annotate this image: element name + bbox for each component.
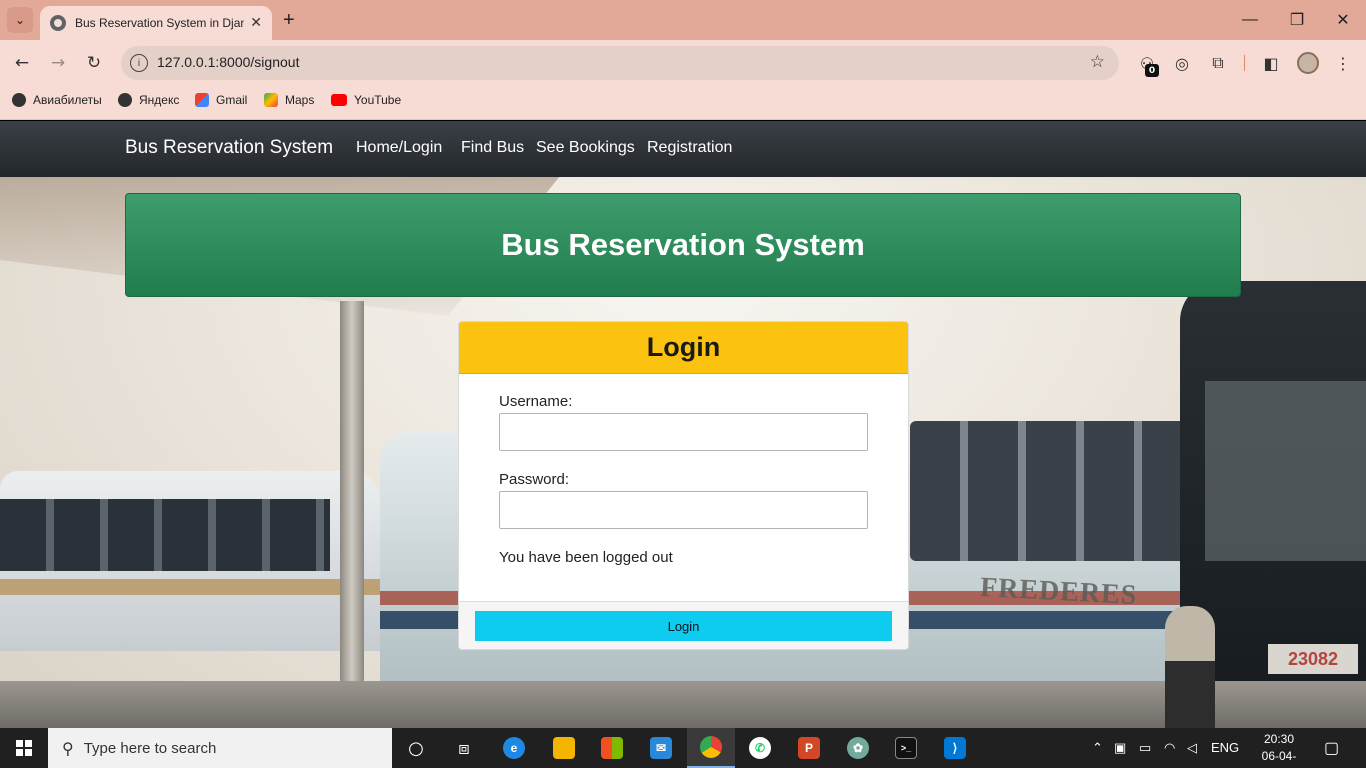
tab-title: Bus Reservation System in Djang (75, 16, 245, 30)
minimize-button[interactable]: — (1238, 8, 1262, 32)
profile-avatar[interactable] (1297, 52, 1319, 74)
meet-now-icon[interactable]: ▣ (1114, 740, 1126, 756)
chrome-icon[interactable] (687, 728, 735, 768)
login-title: Login (646, 332, 721, 362)
bookmark-item[interactable]: YouTube (331, 93, 401, 107)
windows-logo-icon (16, 740, 32, 756)
page-title: Bus Reservation System (501, 227, 865, 262)
start-button[interactable] (0, 728, 48, 768)
task-view-icon[interactable]: ⧈ (440, 728, 488, 768)
windows-taskbar: ⚲ Type here to search ○ ⧈ e ✉ ✆ P ✿ >_ ⟩… (0, 728, 1366, 768)
restore-button[interactable]: ❐ (1285, 8, 1309, 32)
address-bar[interactable]: i 127.0.0.1:8000/signout ☆ (121, 46, 1119, 80)
password-input[interactable] (499, 491, 868, 529)
close-tab-icon[interactable]: ✕ (250, 15, 262, 31)
powerpoint-icon[interactable]: P (785, 728, 833, 768)
taskbar-search-placeholder: Type here to search (83, 739, 217, 757)
background-bus-number: 23082 (1268, 644, 1358, 674)
background-person (1165, 606, 1215, 728)
nav-link-home-login[interactable]: Home/Login (356, 139, 442, 157)
bookmark-item[interactable]: Авиабилеты (12, 93, 102, 107)
login-card-footer: Login (459, 601, 908, 649)
nav-link-registration[interactable]: Registration (647, 139, 732, 157)
store-icon[interactable] (588, 728, 636, 768)
edge-icon[interactable]: e (490, 728, 538, 768)
background-bus-windshield (1205, 381, 1366, 561)
new-tab-button[interactable]: + (283, 9, 295, 32)
navbar-brand[interactable]: Bus Reservation System (125, 137, 333, 159)
site-navbar: Bus Reservation System Home/Login Find B… (0, 121, 1366, 177)
login-card-header: Login (459, 322, 908, 374)
site-info-icon[interactable]: i (130, 54, 148, 72)
bookmark-label: Gmail (216, 93, 248, 107)
vscode-icon[interactable]: ⟩ (931, 728, 979, 768)
background-bus-windows (0, 499, 330, 571)
chatgpt-icon[interactable]: ✿ (834, 728, 882, 768)
globe-icon (12, 93, 26, 107)
bookmark-item[interactable]: Gmail (195, 93, 247, 107)
browser-tab-strip: ⌄ Bus Reservation System in Djang ✕ + — … (0, 0, 1366, 40)
gmail-icon (195, 93, 209, 107)
search-icon: ⚲ (62, 738, 74, 758)
username-label: Username: (499, 393, 573, 410)
side-panel-icon[interactable]: ◧ (1260, 52, 1282, 74)
taskbar-search-box[interactable]: ⚲ Type here to search (48, 728, 392, 768)
language-indicator[interactable]: ENG (1211, 740, 1239, 755)
extension-icon[interactable]: ◎ (1171, 52, 1193, 74)
reload-icon[interactable]: ↻ (83, 52, 105, 74)
bookmark-star-icon[interactable]: ☆ (1090, 52, 1105, 72)
globe-icon (118, 93, 132, 107)
bookmarks-bar: Авиабилеты Яндекс Gmail Maps YouTube (0, 86, 1366, 120)
window-close-button[interactable]: ✕ (1331, 8, 1355, 32)
bookmark-item[interactable]: Яндекс (118, 93, 179, 107)
extensions-puzzle-icon[interactable]: ⧉ (1207, 52, 1229, 74)
url-text[interactable]: 127.0.0.1:8000/signout (157, 54, 299, 70)
globe-icon (50, 15, 66, 31)
terminal-icon[interactable]: >_ (882, 728, 930, 768)
cortana-icon[interactable]: ○ (392, 728, 440, 768)
login-button[interactable]: Login (475, 611, 892, 641)
forward-arrow-icon[interactable]: → (47, 52, 69, 74)
browser-tab[interactable]: Bus Reservation System in Djang ✕ (40, 6, 272, 40)
show-hidden-icons-icon[interactable]: ⌃ (1092, 740, 1103, 756)
bookmark-label: Maps (285, 93, 315, 107)
volume-icon[interactable]: ◁ (1187, 740, 1197, 756)
wifi-icon[interactable]: ◠ (1164, 740, 1175, 756)
system-clock[interactable]: 20:30 06-04-2024 (1249, 731, 1309, 768)
notifications-icon[interactable]: ▢ (1324, 738, 1339, 758)
youtube-icon (331, 94, 347, 106)
bookmark-label: YouTube (354, 93, 402, 107)
nav-link-find-bus[interactable]: Find Bus (461, 139, 524, 157)
bookmark-label: Яндекс (139, 93, 180, 107)
background-ground (0, 681, 1366, 728)
logout-status-message: You have been logged out (499, 549, 673, 566)
browser-toolbar: ← → ↻ i 127.0.0.1:8000/signout ☆ ⚇ ◎ ⧉ ◧… (0, 40, 1366, 86)
toolbar-divider (1244, 55, 1245, 71)
file-explorer-icon[interactable] (540, 728, 588, 768)
web-page: FREDERES 23082 Bus Reservation System Ho… (0, 121, 1366, 728)
extension-badge: 0 (1145, 64, 1159, 77)
password-label: Password: (499, 471, 570, 488)
maps-icon (264, 93, 278, 107)
chevron-down-icon: ⌄ (14, 13, 26, 27)
username-input[interactable] (499, 413, 868, 451)
clock-date: 06-04-2024 (1261, 749, 1297, 768)
back-arrow-icon[interactable]: ← (11, 52, 33, 74)
bookmark-label: Авиабилеты (33, 93, 102, 107)
menu-kebab-icon[interactable]: ⋮ (1332, 52, 1354, 74)
battery-icon[interactable]: ▭ (1139, 740, 1151, 756)
site-header-banner: Bus Reservation System (125, 193, 1241, 297)
login-card: Login Username: Password: You have been … (458, 321, 909, 650)
bookmark-item[interactable]: Maps (264, 93, 314, 107)
background-bus-stripe (0, 579, 380, 595)
tab-search-button[interactable]: ⌄ (7, 7, 33, 33)
mail-icon[interactable]: ✉ (637, 728, 685, 768)
background-pole (340, 301, 364, 728)
clock-time: 20:30 (1263, 732, 1295, 746)
nav-link-see-bookings[interactable]: See Bookings (536, 139, 635, 157)
whatsapp-icon[interactable]: ✆ (736, 728, 784, 768)
